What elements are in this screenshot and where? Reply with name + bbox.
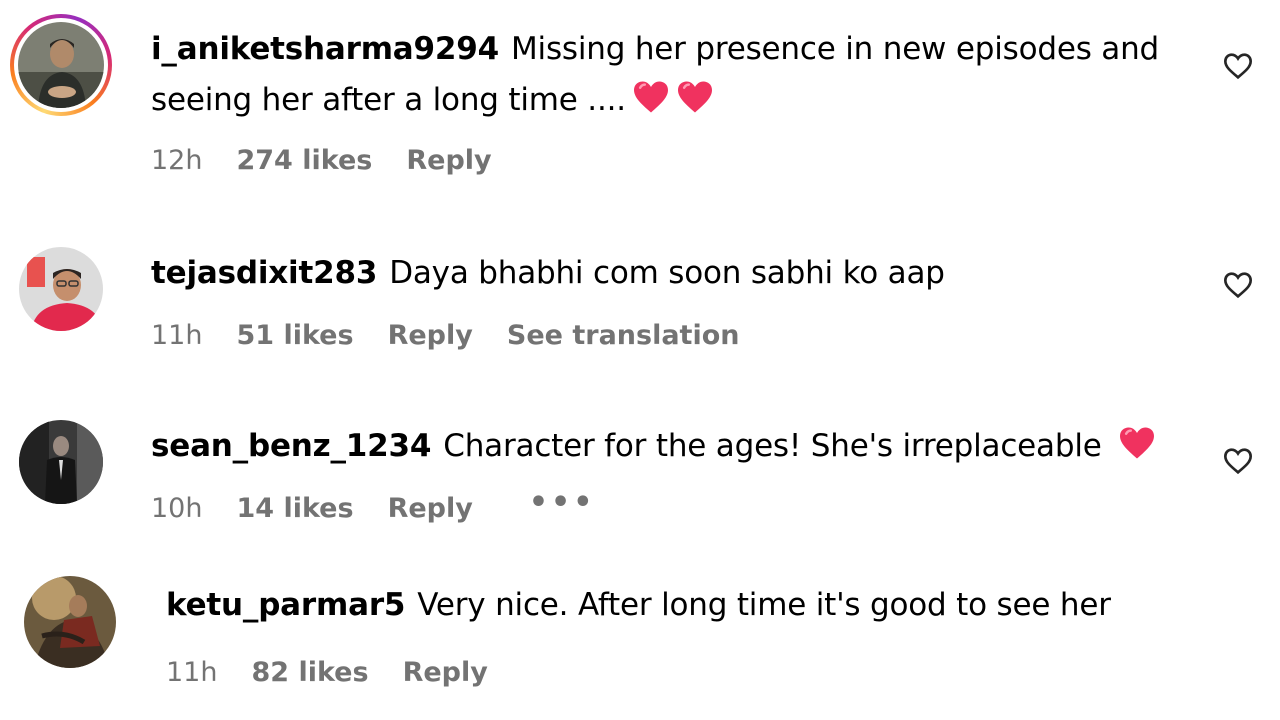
comment-username[interactable]: i_aniketsharma9294 xyxy=(151,31,499,67)
reply-button[interactable]: Reply xyxy=(403,657,488,688)
comment-meta: 12h 274 likes Reply xyxy=(151,145,526,176)
comment-text: Character for the ages! She's irreplacea… xyxy=(443,428,1102,464)
see-translation-button[interactable]: See translation xyxy=(507,320,740,351)
comment-body: i_aniketsharma9294 Missing her presence i… xyxy=(151,24,1211,130)
heart-outline-icon[interactable] xyxy=(1222,50,1254,82)
avatar xyxy=(18,22,104,108)
comment-time: 11h xyxy=(151,320,203,351)
reply-button[interactable]: Reply xyxy=(388,320,473,351)
avatar[interactable] xyxy=(19,247,103,331)
comment-body: tejasdixit283 Daya bhabhi com soon sabhi … xyxy=(151,248,1211,299)
comment-username[interactable]: tejasdixit283 xyxy=(151,255,377,291)
comment-body: ketu_parmar5 Very nice. After long time i… xyxy=(166,580,1226,631)
comment-username[interactable]: sean_benz_1234 xyxy=(151,428,431,464)
reply-button[interactable]: Reply xyxy=(388,493,473,524)
more-options-icon[interactable]: ••• xyxy=(529,487,596,518)
comment-body: sean_benz_1234 Character for the ages! Sh… xyxy=(151,421,1211,476)
comment-meta: 11h 51 likes Reply See translation xyxy=(151,320,774,351)
comment-time: 12h xyxy=(151,145,203,176)
heart-outline-icon[interactable] xyxy=(1222,445,1254,477)
heart-outline-icon[interactable] xyxy=(1222,269,1254,301)
red-heart-emoji xyxy=(676,79,714,130)
comment-meta: 10h 14 likes Reply ••• xyxy=(151,487,629,524)
red-heart-emoji xyxy=(1118,425,1156,476)
comment-meta: 11h 82 likes Reply xyxy=(166,657,522,688)
likes-count[interactable]: 274 likes xyxy=(236,145,372,176)
avatar[interactable] xyxy=(24,576,116,668)
comment-time: 11h xyxy=(166,657,218,688)
likes-count[interactable]: 82 likes xyxy=(251,657,368,688)
avatar-story-ring[interactable] xyxy=(10,14,112,116)
likes-count[interactable]: 14 likes xyxy=(236,493,353,524)
reply-button[interactable]: Reply xyxy=(406,145,491,176)
comment-username[interactable]: ketu_parmar5 xyxy=(166,587,405,623)
red-heart-emoji xyxy=(632,79,670,130)
comment-item: i_aniketsharma9294 Missing her presence i… xyxy=(0,0,1280,200)
comment-text: Daya bhabhi com soon sabhi ko aap xyxy=(389,255,945,291)
comment-text: Very nice. After long time it's good to … xyxy=(417,587,1111,623)
comment-time: 10h xyxy=(151,493,203,524)
likes-count[interactable]: 51 likes xyxy=(236,320,353,351)
avatar[interactable] xyxy=(19,420,103,504)
